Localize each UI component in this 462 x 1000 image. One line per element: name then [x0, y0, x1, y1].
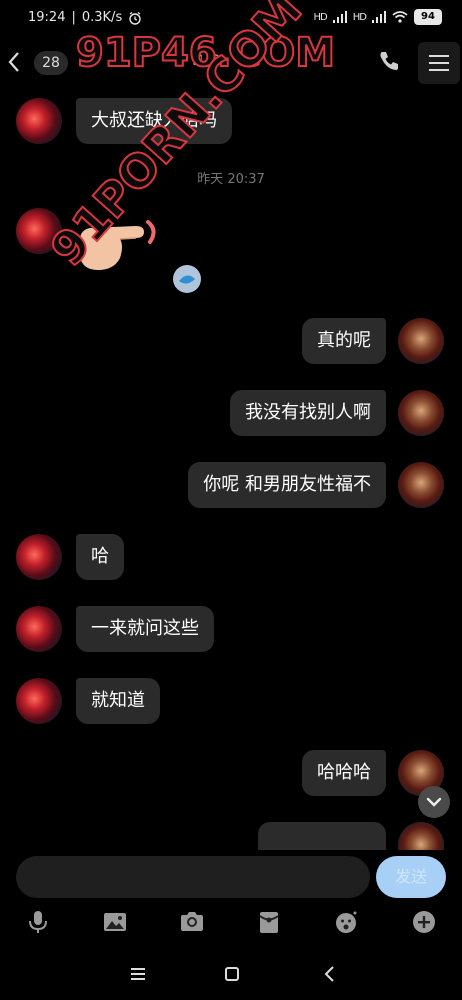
image-icon[interactable] — [101, 908, 129, 936]
message-bubble[interactable]: 我没有找别人啊 — [230, 390, 386, 436]
chat-header: 28 ♪ ♫ ♪ — [0, 38, 462, 88]
status-net-speed: 0.3K/s — [81, 10, 123, 25]
unread-count-badge[interactable]: 28 — [34, 51, 68, 75]
status-left: 19:24 | 0.3K/s — [28, 10, 142, 25]
chevron-down-icon — [426, 797, 442, 807]
hamburger-icon — [429, 55, 449, 71]
my-avatar[interactable] — [398, 390, 444, 436]
send-button[interactable]: 发送 — [376, 856, 446, 898]
my-avatar[interactable] — [398, 318, 444, 364]
message-bubble[interactable]: 哈 — [76, 534, 124, 580]
partial-avatar — [398, 822, 444, 850]
status-bar: 19:24 | 0.3K/s HD HD 94 — [0, 0, 462, 36]
status-time: 19:24 — [28, 10, 66, 25]
home-icon[interactable] — [220, 962, 244, 986]
message-bubble[interactable]: 大叔还缺人陪吗 — [76, 98, 232, 144]
back-icon[interactable] — [318, 962, 342, 986]
phone-icon[interactable] — [376, 48, 402, 74]
contact-avatar[interactable] — [16, 606, 62, 652]
input-toolbar — [0, 904, 462, 940]
signal-label-1: HD — [313, 11, 328, 23]
battery-indicator: 94 — [414, 9, 442, 25]
input-row: 发送 — [0, 850, 462, 904]
message-bubble[interactable]: 哈哈哈 — [302, 750, 386, 796]
red-packet-icon[interactable] — [255, 908, 283, 936]
mic-icon[interactable] — [24, 908, 52, 936]
wifi-icon — [392, 11, 408, 23]
menu-button[interactable] — [418, 42, 460, 84]
contact-avatar[interactable] — [16, 678, 62, 724]
system-nav-bar — [0, 950, 462, 1000]
message-input[interactable] — [16, 856, 370, 898]
contact-avatar[interactable] — [16, 534, 62, 580]
camera-icon[interactable] — [178, 908, 206, 936]
my-avatar[interactable] — [398, 462, 444, 508]
bubble-sticker-icon — [173, 265, 201, 293]
message-timestamp: 昨天 20:37 — [197, 172, 265, 187]
message-bubble[interactable]: 一来就问这些 — [76, 606, 214, 652]
plus-icon[interactable] — [410, 908, 438, 936]
contact-avatar[interactable] — [16, 208, 62, 254]
pointing-hand-sticker[interactable] — [74, 212, 166, 276]
recent-apps-icon[interactable] — [126, 962, 150, 986]
message-bubble[interactable]: 就知道 — [76, 678, 160, 724]
status-right: HD HD 94 — [314, 9, 442, 25]
signal-label-2: HD — [352, 11, 367, 23]
contact-avatar[interactable] — [16, 98, 62, 144]
signal-icon-1 — [332, 11, 347, 23]
message-bubble[interactable]: 你呢 和男朋友性福不 — [188, 462, 386, 508]
emoji-icon[interactable] — [332, 908, 360, 936]
alarm-icon — [129, 11, 141, 25]
scroll-down-button[interactable] — [418, 786, 450, 818]
back-arrow-icon[interactable] — [6, 50, 22, 74]
status-divider: | — [71, 10, 76, 25]
partial-message-bubble — [258, 822, 386, 850]
signal-icon-2 — [372, 11, 386, 23]
chat-title: ♪ ♫ ♪ — [175, 50, 220, 69]
message-bubble[interactable]: 真的呢 — [302, 318, 386, 364]
